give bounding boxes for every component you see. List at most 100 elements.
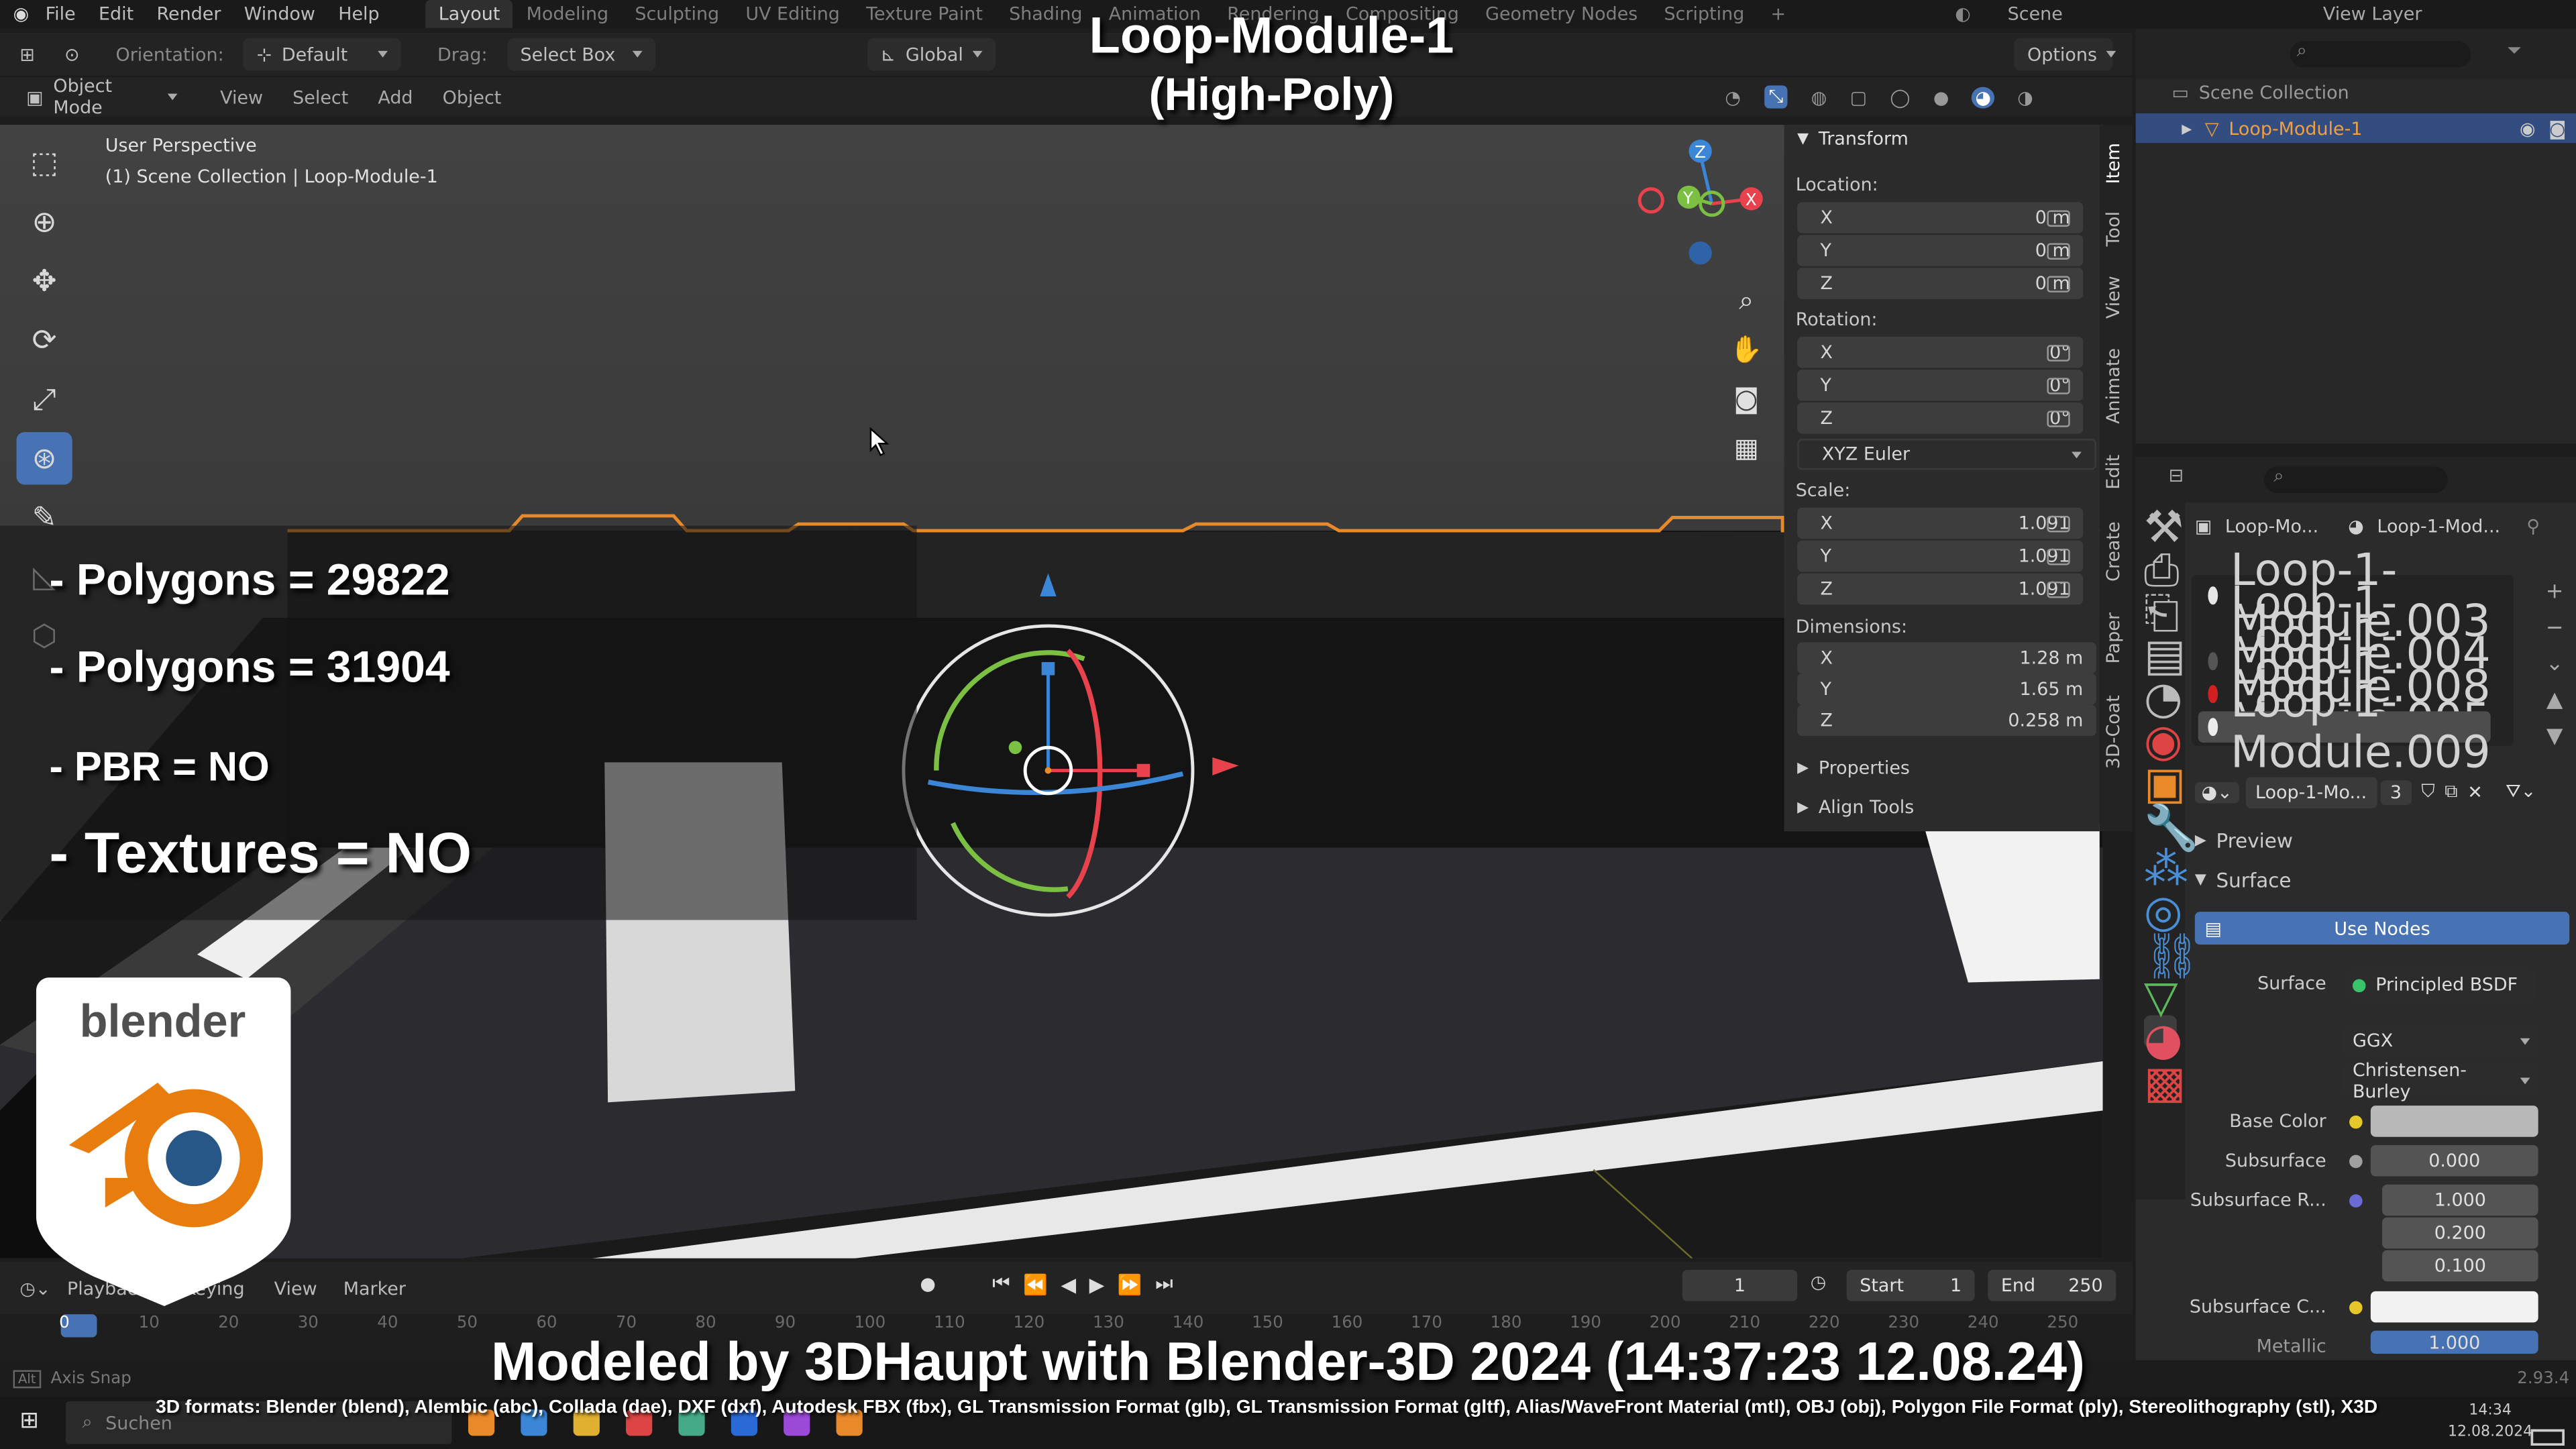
duplicate-material-icon[interactable]: ⧉ — [2445, 780, 2457, 803]
lock-icon[interactable] — [2047, 515, 2070, 533]
material-users-count[interactable]: 3 — [2380, 780, 2412, 804]
add-slot-button[interactable]: + — [2540, 575, 2569, 611]
pin-icon[interactable]: ⚲ — [2526, 516, 2540, 537]
material-tab-icon[interactable]: ◕ — [2143, 1015, 2183, 1066]
lock-icon[interactable] — [2047, 345, 2070, 362]
tab-animate[interactable]: Animate — [2103, 348, 2125, 424]
transform-gizmo[interactable] — [887, 560, 1265, 938]
subsurface-radius-x-field[interactable]: 1.000 — [2382, 1184, 2538, 1216]
fake-user-shield-icon[interactable]: ⛉ — [2421, 780, 2434, 803]
move-slot-down-button[interactable]: ▼ — [2540, 720, 2569, 756]
rotation-mode-dropdown[interactable]: XYZ Euler — [1797, 438, 2096, 470]
properties-search-input[interactable] — [2263, 466, 2448, 493]
view-layer-tab-icon[interactable]: ▤ — [2144, 631, 2186, 682]
material-name-field[interactable]: Loop-1-Mo... — [2245, 776, 2377, 808]
dimensions-z-field[interactable]: Z 0.258 m — [1797, 704, 2096, 737]
use-nodes-button[interactable]: ▤ Use Nodes — [2194, 912, 2570, 945]
remove-slot-button[interactable]: − — [2540, 611, 2569, 647]
subsurface-field[interactable]: 0.000 — [2370, 1144, 2538, 1177]
surface-section-header[interactable]: ▼ Surface — [2195, 869, 2292, 892]
particles-tab-icon[interactable]: ⁂ — [2144, 845, 2188, 896]
slot-specials-button[interactable]: ⌄ — [2540, 647, 2569, 684]
transform-tool[interactable]: ⊛ — [16, 432, 72, 485]
menu-marker[interactable]: Marker — [343, 1277, 406, 1299]
current-frame-field[interactable]: 1 — [1682, 1270, 1798, 1301]
zoom-icon[interactable]: ⌕ — [1728, 276, 1764, 325]
surface-shader-field[interactable]: Principled BSDF — [2346, 969, 2537, 1001]
context-object-name[interactable]: Loop-Mo... — [2225, 516, 2318, 537]
lock-icon[interactable] — [2047, 210, 2070, 227]
base-color-swatch[interactable] — [2370, 1106, 2538, 1137]
tool-tab-icon[interactable]: ⚒ — [2144, 502, 2184, 553]
subsurface-radius-y-field[interactable]: 0.200 — [2382, 1217, 2538, 1249]
lock-icon[interactable] — [2047, 243, 2070, 260]
camera-view-icon[interactable]: ◙ — [1728, 374, 1764, 423]
jump-end-icon[interactable]: ⏭ — [1155, 1272, 1173, 1297]
tab-paper[interactable]: Paper — [2103, 612, 2125, 663]
camera-icon[interactable]: ◙ — [2548, 117, 2566, 139]
preview-section-header[interactable]: ▶ Preview — [2195, 830, 2293, 853]
object-tab-icon[interactable]: ▣ — [2144, 759, 2186, 810]
distribution-dropdown[interactable]: GGX — [2343, 1025, 2540, 1057]
subsurface-radius-z-field[interactable]: 0.100 — [2382, 1250, 2538, 1282]
scale-x-field[interactable]: X 1.091 — [1797, 507, 2084, 539]
socket-icon[interactable] — [2349, 1194, 2363, 1208]
start-frame-field[interactable]: Start 1 — [1846, 1270, 1975, 1301]
browse-material-icon[interactable]: ◕⌄ — [2194, 781, 2239, 803]
transform-section-header[interactable]: ▼ Transform — [1797, 128, 1909, 150]
rotation-x-field[interactable]: X 0° — [1797, 337, 2084, 368]
socket-icon[interactable] — [2349, 1301, 2363, 1315]
move-tool[interactable]: ✥ — [16, 255, 72, 307]
rotation-z-field[interactable]: Z 0° — [1797, 402, 2084, 434]
dimensions-y-field[interactable]: Y 1.65 m — [1797, 674, 2096, 705]
context-material-name[interactable]: Loop-1-Mod... — [2377, 516, 2500, 537]
end-frame-field[interactable]: End 250 — [1988, 1270, 2116, 1301]
move-slot-up-button[interactable]: ▲ — [2540, 684, 2569, 720]
output-tab-icon[interactable]: ⎗ — [2144, 588, 2180, 639]
modifier-tab-icon[interactable]: 🔧 — [2144, 802, 2199, 855]
select-box-tool[interactable]: ⬚ — [16, 136, 72, 189]
world-tab-icon[interactable]: ◉ — [2144, 716, 2183, 767]
constraints-tab-icon[interactable]: ⛓ — [2144, 930, 2200, 983]
ortho-grid-icon[interactable]: ▦ — [1728, 424, 1764, 473]
properties-section-header[interactable]: ▶ Properties — [1797, 757, 1910, 779]
node-icon[interactable]: ⛛⌄ — [2506, 780, 2536, 803]
pan-hand-icon[interactable]: ✋ — [1728, 325, 1764, 374]
prev-keyframe-icon[interactable]: ⏪ — [1023, 1273, 1048, 1295]
align-tools-section-header[interactable]: ▶ Align Tools — [1797, 797, 1914, 818]
next-keyframe-icon[interactable]: ⏩ — [1118, 1273, 1142, 1295]
jump-start-icon[interactable]: ⏮ — [992, 1272, 1010, 1297]
rotate-tool[interactable]: ⟳ — [16, 314, 72, 366]
record-keyframe-icon[interactable]: ● — [920, 1273, 936, 1295]
tab-edit[interactable]: Edit — [2103, 455, 2125, 490]
subsurface-color-swatch[interactable] — [2370, 1291, 2538, 1323]
rotation-y-field[interactable]: Y 0° — [1797, 370, 2084, 401]
lock-icon[interactable] — [2047, 378, 2070, 394]
location-y-field[interactable]: Y0 m — [1797, 235, 2084, 266]
render-tab-icon[interactable]: ⎙ — [2144, 545, 2180, 596]
physics-tab-icon[interactable]: ◎ — [2144, 887, 2183, 938]
preview-range-icon[interactable]: ◷ — [1811, 1272, 1827, 1293]
unlink-material-icon[interactable]: ✕ — [2467, 781, 2483, 802]
tab-3d-coat[interactable]: 3D-Coat — [2103, 695, 2125, 769]
lock-icon[interactable] — [2047, 581, 2070, 598]
tab-create[interactable]: Create — [2103, 521, 2125, 582]
play-reverse-icon[interactable]: ◀ — [1061, 1273, 1076, 1295]
lock-icon[interactable] — [2047, 276, 2070, 292]
texture-tab-icon[interactable]: ▩ — [2144, 1058, 2186, 1109]
lock-icon[interactable] — [2047, 411, 2070, 427]
location-z-field[interactable]: Z0 m — [1797, 268, 2084, 299]
tab-view[interactable]: View — [2103, 276, 2125, 319]
editor-type-icon[interactable]: ⊟ — [2169, 465, 2184, 486]
scale-tool[interactable]: ⤢ — [16, 373, 72, 425]
socket-icon[interactable] — [2349, 1155, 2363, 1169]
navigation-gizmo[interactable]: Z X Y — [1626, 135, 1774, 282]
socket-icon[interactable] — [2349, 1115, 2363, 1129]
tab-tool[interactable]: Tool — [2103, 211, 2125, 246]
cursor-tool[interactable]: ⊕ — [16, 195, 72, 248]
dimensions-x-field[interactable]: X 1.28 m — [1797, 642, 2096, 674]
tab-item[interactable]: Item — [2103, 143, 2125, 184]
material-slot-active[interactable]: Loop-1-Module.009 — [2198, 676, 2491, 778]
scale-y-field[interactable]: Y 1.091 — [1797, 540, 2084, 572]
scale-z-field[interactable]: Z 1.091 — [1797, 573, 2084, 605]
